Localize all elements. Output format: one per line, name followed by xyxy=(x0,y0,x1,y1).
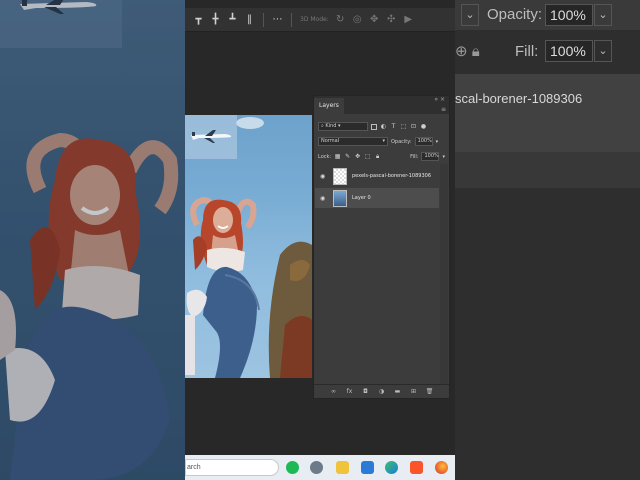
file-explorer-icon[interactable] xyxy=(336,461,349,474)
lock-image-icon[interactable]: ✎ xyxy=(344,153,351,160)
lock-artboard-icon[interactable]: ⬚ xyxy=(364,153,371,160)
lock-label: Lock: xyxy=(318,153,332,160)
layers-scrollbar[interactable] xyxy=(440,164,448,384)
opacity-label-large: Opacity: xyxy=(487,6,543,23)
link-layers-icon[interactable]: ∞ xyxy=(330,388,338,395)
layer-row-large-2 xyxy=(455,152,640,188)
layer-thumbnail xyxy=(333,189,347,207)
settings-icon[interactable] xyxy=(310,461,323,474)
filter-shape-icon[interactable]: ⬚ xyxy=(400,123,407,130)
filter-adjustment-icon[interactable]: ◐ xyxy=(380,123,387,130)
dropdown-arrow-icon: ⌄ xyxy=(594,4,612,26)
options-bar: ┳ ╋ ┻ ‖ ⋯ 3D Mode: ↻ ◎ ✥ ✣ ▶ xyxy=(185,8,455,32)
layers-panel: Layers » × ≡ ⌕ Kind ▾ ◐ T ⬚ ⊡ ● Normal ▾ … xyxy=(313,95,450,399)
align-top-icon[interactable]: ┳ xyxy=(193,14,204,25)
opacity-label: Opacity: xyxy=(391,138,412,145)
layer-row[interactable]: ◉ pexels-pascal-borener-1089306 xyxy=(315,166,439,186)
orbit-3d-icon[interactable]: ↻ xyxy=(335,14,346,25)
filter-row: ⌕ Kind ▾ ◐ T ⬚ ⊡ ● xyxy=(318,122,445,131)
dropdown-arrow-icon: ⌄ xyxy=(461,4,479,26)
dim-overlay xyxy=(0,0,185,480)
brave-icon[interactable] xyxy=(410,461,423,474)
opacity-value-large: 100% xyxy=(545,4,593,26)
store-icon[interactable] xyxy=(361,461,374,474)
panel-menu-icon[interactable]: ≡ xyxy=(441,106,446,113)
document-canvas[interactable] xyxy=(185,115,312,378)
add-mask-icon[interactable]: ◘ xyxy=(362,388,370,395)
collapse-panel-icon[interactable]: » × xyxy=(434,96,445,103)
selected-layer-overlay xyxy=(185,115,237,159)
eye-icon[interactable]: ◉ xyxy=(320,173,328,180)
layer-style-fx-icon[interactable]: fx xyxy=(346,388,354,395)
photoshop-window: ┳ ╋ ┻ ‖ ⋯ 3D Mode: ↻ ◎ ✥ ✣ ▶ Layers » × … xyxy=(185,0,455,480)
filter-smart-object-icon[interactable]: ⊡ xyxy=(410,123,417,130)
layers-panel-footer: ∞ fx ◘ ◑ ▬ ⊞ 🗑︎ xyxy=(314,384,449,398)
slide-3d-icon[interactable]: ✣ xyxy=(386,14,397,25)
filter-toggle-icon[interactable]: ● xyxy=(420,123,427,130)
fill-dropdown-icon[interactable]: ▾ xyxy=(442,154,445,160)
lock-all-icon[interactable]: 🔒︎ xyxy=(374,153,381,160)
opacity-field[interactable]: 100% xyxy=(414,137,433,146)
layers-panel-header: Layers » × xyxy=(314,96,449,114)
new-group-icon[interactable]: ▬ xyxy=(394,388,402,395)
align-middle-icon[interactable]: ╋ xyxy=(210,14,221,25)
divider xyxy=(291,12,292,27)
adjustment-layer-icon[interactable]: ◑ xyxy=(378,388,386,395)
lock-transparent-icon[interactable]: ▦ xyxy=(334,153,341,160)
roll-3d-icon[interactable]: ◎ xyxy=(352,14,363,25)
new-layer-icon[interactable]: ⊞ xyxy=(410,388,418,395)
fill-value-large: 100% xyxy=(545,40,593,62)
layer-name: pexels-pascal-borener-1089306 xyxy=(352,173,431,179)
lock-position-icon[interactable]: ✥ xyxy=(354,153,361,160)
blurred-background-right: ⌄ Opacity: 100% ⌄ ⊕ 🔒︎ Fill: 100% ⌄ scal… xyxy=(455,0,640,480)
lock-all-icon-large: ⊕ 🔒︎ xyxy=(455,43,480,60)
layer-name: Layer 0 xyxy=(352,195,371,201)
pan-3d-icon[interactable]: ✥ xyxy=(369,14,380,25)
filter-type-icon[interactable]: T xyxy=(390,123,397,130)
opacity-dropdown-icon[interactable]: ▾ xyxy=(436,139,439,145)
airplane-image xyxy=(191,130,232,143)
scale-3d-icon[interactable]: ▶ xyxy=(403,14,414,25)
distribute-icon[interactable]: ‖ xyxy=(244,14,255,25)
taskbar-search[interactable]: arch xyxy=(185,459,279,476)
canvas-area[interactable]: Layers » × ≡ ⌕ Kind ▾ ◐ T ⬚ ⊡ ● Normal ▾ … xyxy=(185,33,455,445)
layer-thumbnail xyxy=(333,167,347,185)
dropdown-arrow-icon: ⌄ xyxy=(594,40,612,62)
layer-row-selected[interactable]: ◉ Layer 0 xyxy=(315,188,439,208)
filter-pixel-icon[interactable] xyxy=(371,123,377,130)
align-bottom-icon[interactable]: ┻ xyxy=(227,14,238,25)
fill-label: Fill: xyxy=(410,153,419,160)
eye-icon[interactable]: ◉ xyxy=(320,195,328,202)
fill-field[interactable]: 100% xyxy=(421,152,440,161)
3d-mode-label: 3D Mode: xyxy=(300,16,329,23)
filter-kind-select[interactable]: ⌕ Kind ▾ xyxy=(318,122,368,131)
more-options-icon[interactable]: ⋯ xyxy=(272,14,283,25)
blend-row: Normal ▾ Opacity: 100% ▾ xyxy=(318,137,445,146)
edge-icon[interactable] xyxy=(385,461,398,474)
divider xyxy=(263,12,264,27)
spotify-icon[interactable] xyxy=(286,461,299,474)
layer-name-large: scal-borener-1089306 xyxy=(455,91,583,106)
blend-mode-select[interactable]: Normal ▾ xyxy=(318,137,388,146)
layer-row-large: scal-borener-1089306 xyxy=(455,74,640,154)
tab-layers[interactable]: Layers xyxy=(314,98,344,114)
fill-label-large: Fill: xyxy=(515,43,539,60)
taskbar: arch xyxy=(185,455,455,480)
delete-layer-icon[interactable]: 🗑︎ xyxy=(426,388,434,395)
screen: ┳ ╋ ┻ ‖ ⋯ 3D Mode: ↻ ◎ ✥ ✣ ▶ Layers » × … xyxy=(0,0,640,480)
lock-row: Lock: ▦ ✎ ✥ ⬚ 🔒︎ Fill: 100% ▾ xyxy=(318,152,445,161)
blurred-background-left xyxy=(0,0,185,480)
firefox-icon[interactable] xyxy=(435,461,448,474)
